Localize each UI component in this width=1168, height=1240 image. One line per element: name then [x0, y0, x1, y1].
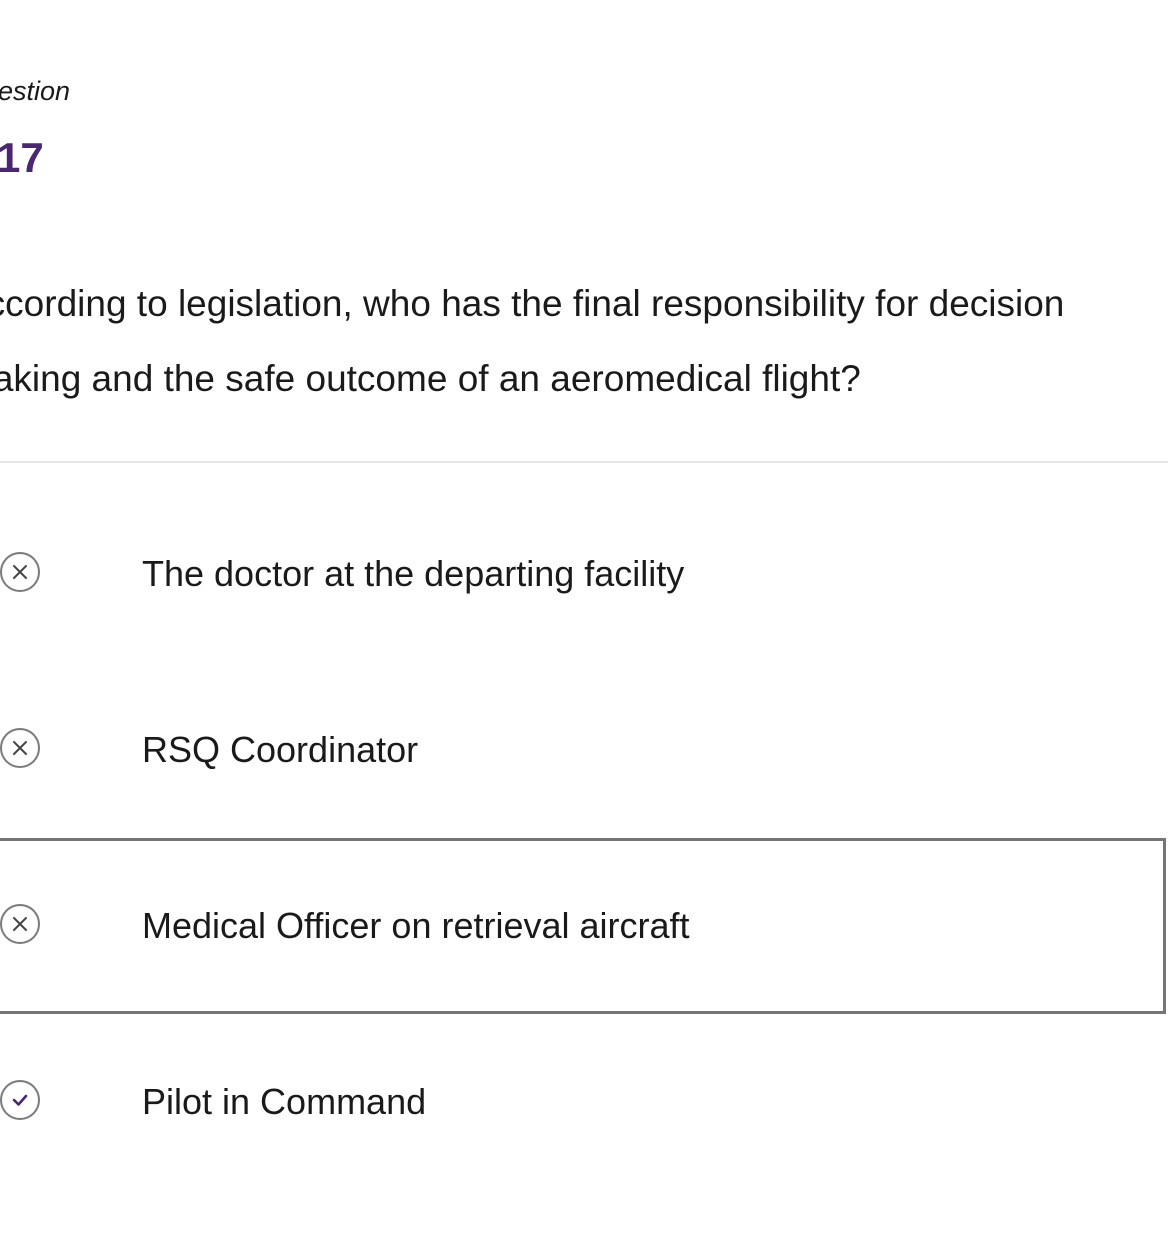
answer-option-correct[interactable]: Pilot in Command: [0, 1014, 1168, 1190]
answer-option-label: Pilot in Command: [142, 1081, 427, 1122]
answer-option-label: RSQ Coordinator: [142, 729, 419, 770]
answer-option[interactable]: The doctor at the departing facility: [0, 486, 1168, 662]
question-label: Question: [0, 76, 71, 106]
check-icon: [0, 1080, 40, 1120]
quiz-review-page: Question 6/17 According to legislation, …: [0, 0, 1168, 1240]
answer-option-selected[interactable]: Medical Officer on retrieval aircraft: [0, 838, 1166, 1014]
divider: [0, 461, 1168, 463]
answer-option-label: The doctor at the departing facility: [142, 553, 685, 594]
question-text: According to legislation, who has the fi…: [0, 283, 1065, 399]
close-icon: [0, 904, 40, 944]
close-icon: [0, 728, 40, 768]
question-counter: 6/17: [0, 134, 44, 181]
answer-option[interactable]: RSQ Coordinator: [0, 662, 1168, 838]
answer-option-label: Medical Officer on retrieval aircraft: [142, 905, 690, 946]
close-icon: [0, 552, 40, 592]
answer-options: The doctor at the departing facility RSQ…: [0, 486, 1168, 1190]
